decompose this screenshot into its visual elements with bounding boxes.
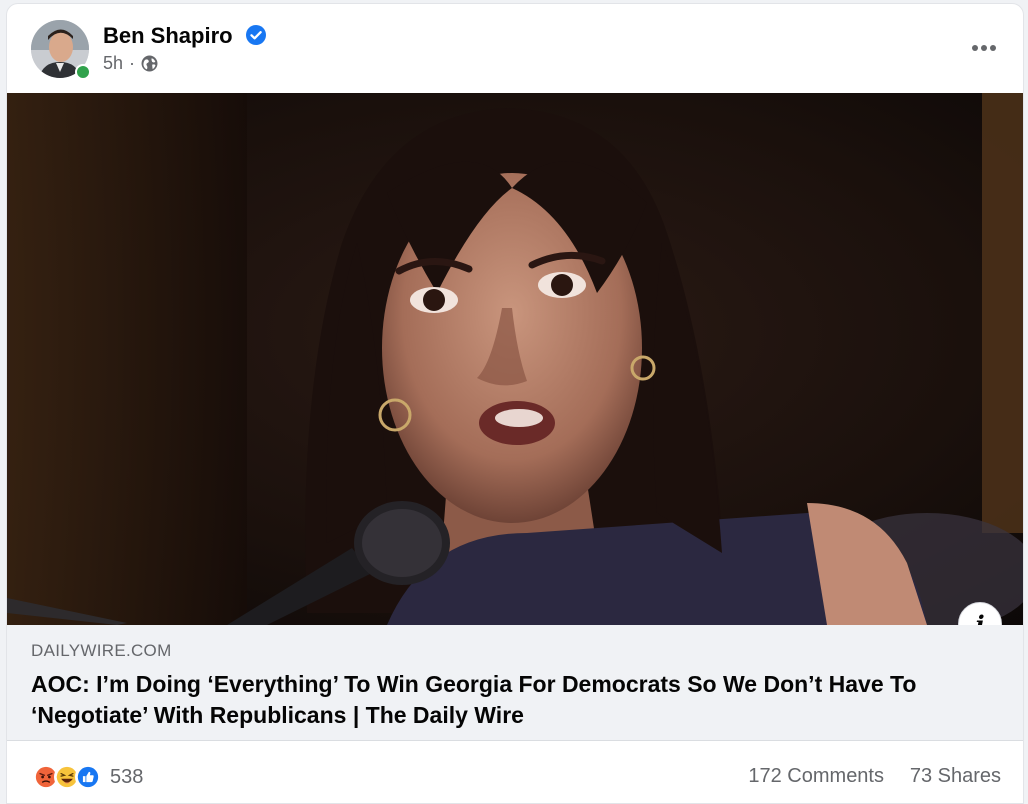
comments-count-link[interactable]: 172 Comments (748, 765, 884, 788)
shares-count-link[interactable]: 73 Shares (910, 765, 1001, 788)
verified-badge-icon (246, 25, 266, 45)
meta-separator: · (129, 53, 136, 73)
author-name[interactable]: Ben Shapiro (103, 23, 233, 49)
link-preview[interactable]: DAILYWIRE.COM AOC: I’m Doing ‘Everything… (7, 625, 1023, 740)
link-domain: DAILYWIRE.COM (31, 641, 172, 660)
post-stats: 538 172 Comments 73 Shares (7, 740, 1023, 803)
post-header: Ben Shapiro 5h · (7, 4, 1023, 94)
reaction-count: 538 (110, 765, 144, 788)
avatar[interactable] (31, 20, 91, 80)
post-card: Ben Shapiro 5h · i DAILYWIRE.COM AOC: I’… (6, 3, 1024, 804)
globe-icon[interactable] (141, 55, 158, 72)
post-timestamp[interactable]: 5h (103, 53, 123, 74)
like-reaction-icon (75, 764, 101, 790)
more-options-icon[interactable] (969, 36, 999, 60)
reaction-summary[interactable]: 538 (33, 763, 143, 791)
link-title[interactable]: AOC: I’m Doing ‘Everything’ To Win Georg… (31, 669, 991, 731)
post-photo[interactable] (7, 93, 1023, 625)
post-meta: 5h · (103, 53, 158, 74)
online-status-dot (75, 64, 91, 80)
